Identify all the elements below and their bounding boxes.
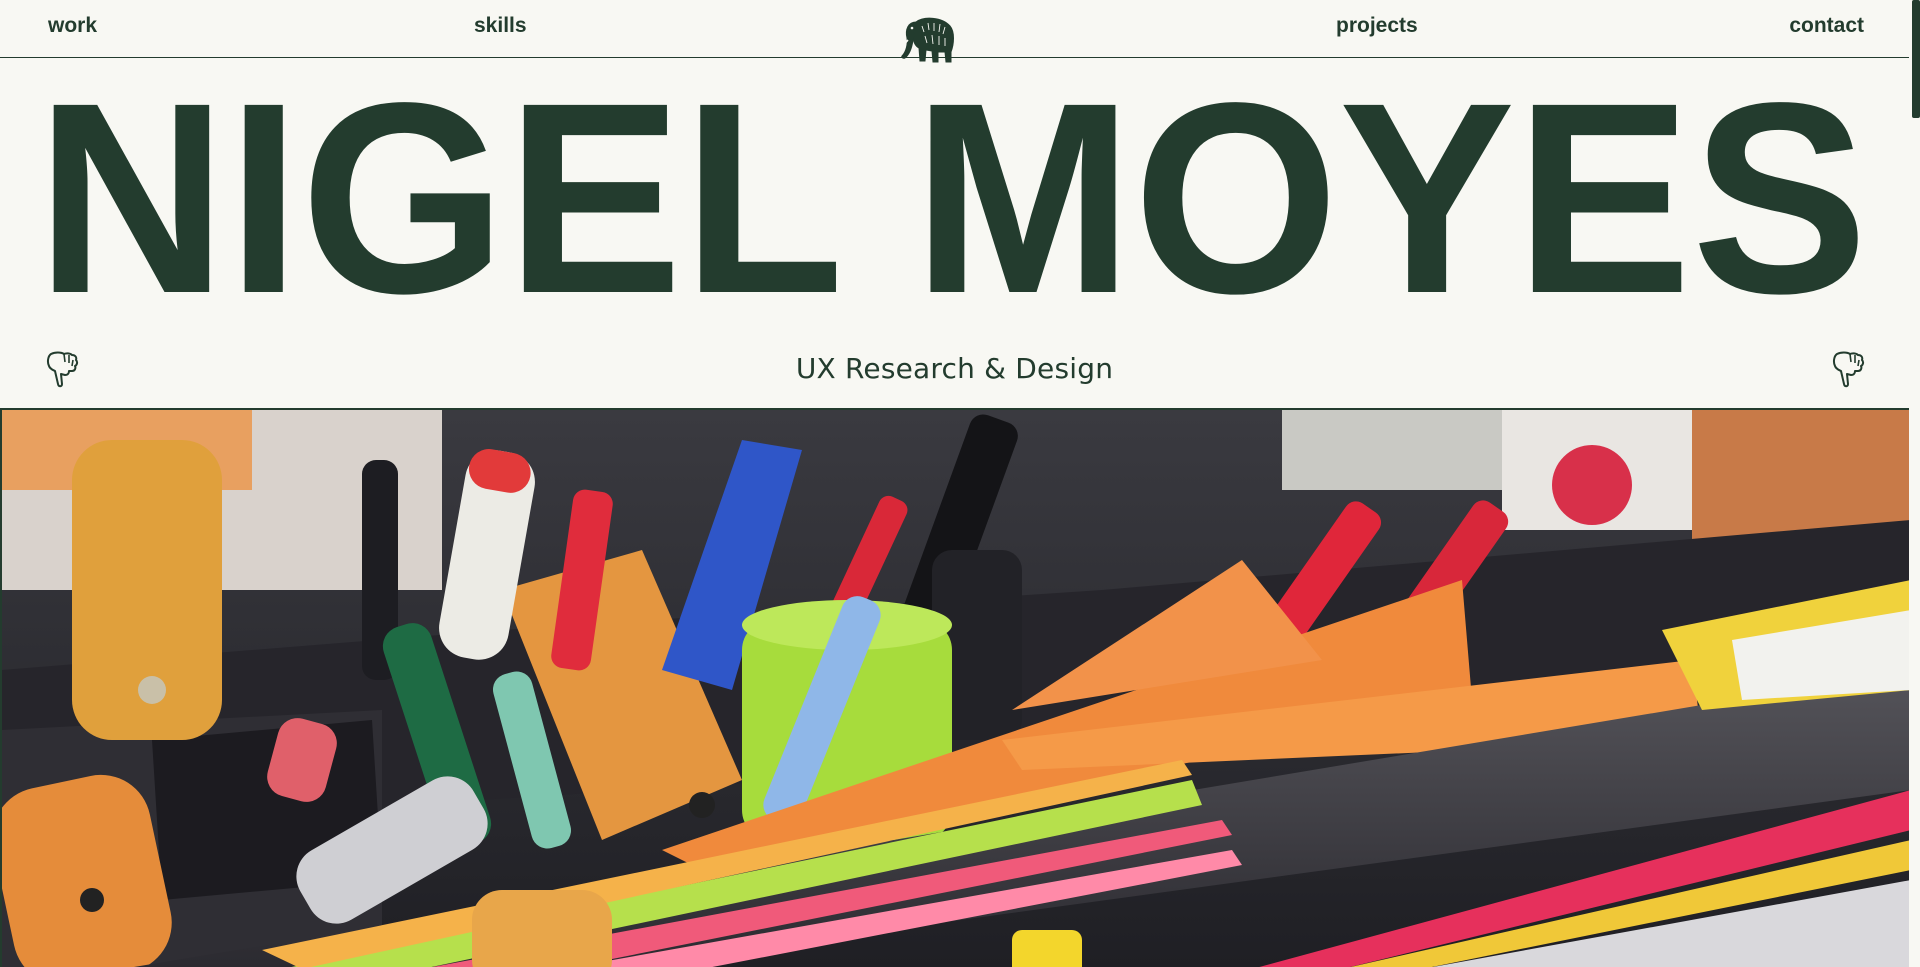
nav-link-skills[interactable]: skills [474, 14, 527, 38]
nav-link-work[interactable]: work [48, 14, 97, 38]
hero-title-text: NIGEL MOYES [36, 84, 1868, 320]
nav-link-projects[interactable]: projects [1336, 14, 1418, 38]
nav-link-contact[interactable]: contact [1789, 14, 1864, 38]
pointing-hand-down-icon [1831, 350, 1865, 390]
page: work skills projects contact NIGEL MOYES… [0, 0, 1920, 967]
scrollbar[interactable] [1909, 0, 1920, 967]
top-nav: work skills projects contact [0, 0, 1909, 63]
scrollbar-thumb[interactable] [1912, 0, 1920, 118]
hero-title: NIGEL MOYES [32, 84, 1872, 320]
hero-subtitle: UX Research & Design [795, 352, 1114, 385]
mammoth-icon[interactable] [898, 14, 958, 64]
stationery-photo [0, 408, 1909, 967]
